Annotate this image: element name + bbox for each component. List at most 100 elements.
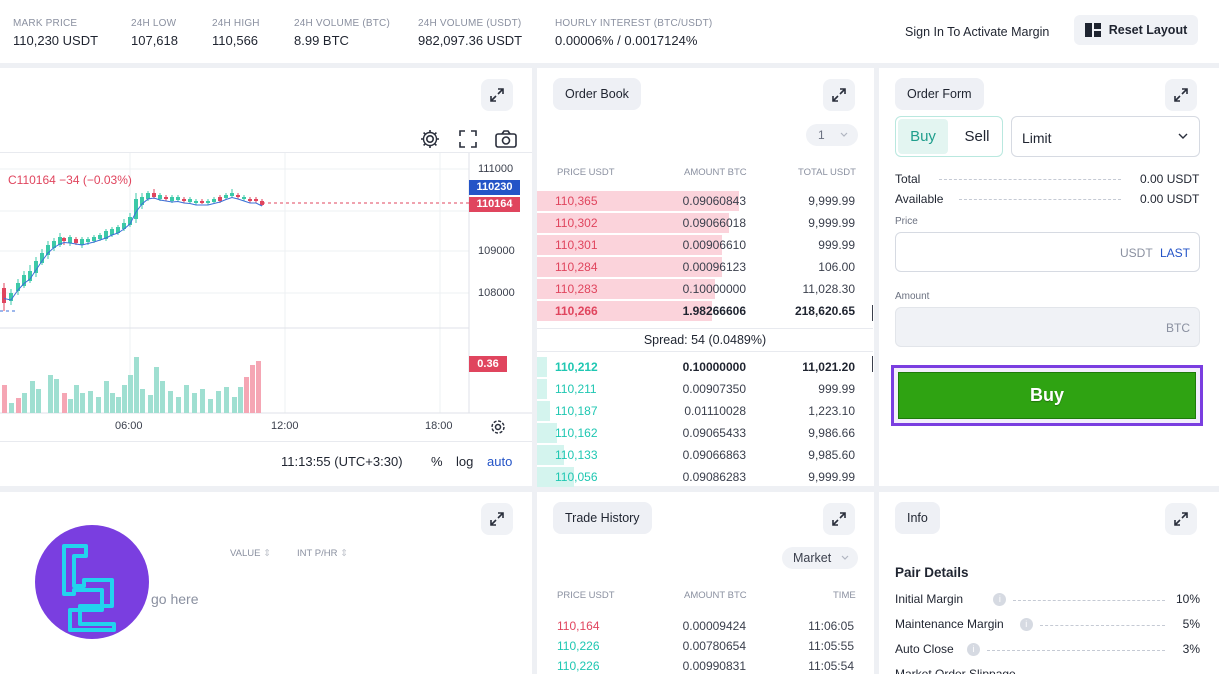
- depth-precision-select[interactable]: 1: [806, 124, 858, 146]
- cell-price: 110,226: [557, 639, 600, 653]
- volume-bar: [244, 377, 249, 413]
- dotted-leader: [939, 179, 1121, 180]
- cell-amount: 0.09086283: [682, 470, 746, 484]
- bid-row[interactable]: 110,162 0.09065433 9,986.66: [537, 422, 873, 444]
- cell-price: 110,187: [555, 404, 598, 418]
- trade-row: 110,226 0.00990831 11:05:54: [537, 656, 874, 674]
- ask-row[interactable]: 110,365 0.09060843 9,999.99: [537, 190, 873, 212]
- cell-price: 110,133: [555, 448, 598, 462]
- cell-amount: 0.09065433: [682, 426, 746, 440]
- ask-row[interactable]: 110,284 0.00096123 106.00: [537, 256, 873, 278]
- bid-row[interactable]: 110,212 0.10000000 11,021.20: [537, 356, 873, 378]
- expand-info-button[interactable]: [1165, 503, 1197, 535]
- cell-total: 1,223.10: [808, 404, 855, 418]
- stat-24h-volume-usdt: 24H VOLUME (USDT) 982,097.36 USDT: [418, 18, 522, 48]
- reset-layout-button[interactable]: Reset Layout: [1074, 15, 1198, 45]
- cell-price: 110,211: [555, 382, 597, 396]
- order-type-select[interactable]: Limit: [1011, 116, 1200, 157]
- volume-bar: [168, 391, 173, 413]
- sell-side-tab[interactable]: Sell: [952, 119, 1002, 154]
- percent-scale-toggle[interactable]: %: [431, 454, 443, 469]
- cell-total: 218,620.65: [794, 304, 855, 318]
- ask-row[interactable]: 110,301 0.00906610 999.99: [537, 234, 873, 256]
- volume-bar: [30, 381, 35, 413]
- cell-total: 999.99: [818, 382, 855, 396]
- fullscreen-icon[interactable]: [457, 128, 479, 150]
- candle-body: [206, 201, 210, 203]
- volume-bar: [54, 379, 59, 413]
- candle-body: [170, 197, 174, 201]
- ask-row[interactable]: 110,302 0.09066018 9,999.99: [537, 212, 873, 234]
- last-price-shortcut[interactable]: LAST: [1160, 246, 1190, 260]
- info-icon[interactable]: i: [993, 593, 1007, 606]
- brand-logo: [35, 525, 149, 639]
- sign-in-margin-link[interactable]: Sign In To Activate Margin: [905, 25, 1049, 39]
- col-header-int[interactable]: INT P/HR ⇕: [297, 548, 348, 559]
- stat-hourly-interest: HOURLY INTEREST (BTC/USDT) 0.00006% / 0.…: [555, 18, 712, 48]
- info-icon[interactable]: i: [1019, 618, 1033, 631]
- col-value-label: VALUE: [230, 548, 261, 559]
- bid-row[interactable]: 110,187 0.01110028 1,223.10: [537, 400, 873, 422]
- order-book-tab[interactable]: Order Book: [553, 78, 641, 110]
- candle-body: [98, 235, 102, 239]
- ask-row[interactable]: 110,266 1.98266606 218,620.65: [537, 300, 873, 322]
- trade-history-tab[interactable]: Trade History: [553, 502, 652, 534]
- volume-bar: [80, 393, 85, 413]
- expand-positions-button[interactable]: [481, 503, 513, 535]
- col-header-value[interactable]: VALUE ⇕: [230, 548, 271, 559]
- info-tab[interactable]: Info: [895, 502, 940, 534]
- order-form-panel: Order Form Buy Sell Limit Total 0.00 USD…: [879, 68, 1219, 486]
- expand-chart-button[interactable]: [481, 79, 513, 111]
- available-label: Available: [895, 192, 944, 206]
- log-scale-toggle[interactable]: log: [456, 454, 473, 469]
- amount-input[interactable]: BTC: [895, 307, 1200, 347]
- candle-body: [164, 197, 168, 199]
- sort-icon: ⇕: [263, 548, 272, 559]
- total-value: 0.00 USDT: [1140, 172, 1200, 186]
- expand-order-book-button[interactable]: [823, 79, 855, 111]
- cell-time: 11:06:05: [808, 619, 854, 633]
- stat-24h-high: 24H HIGH 110,566: [212, 18, 260, 48]
- price-input[interactable]: USDT LAST: [895, 232, 1200, 272]
- bid-row[interactable]: 110,056 0.09086283 9,999.99: [537, 466, 873, 488]
- cell-total: 11,028.30: [802, 282, 856, 296]
- volume-bar: [22, 393, 27, 413]
- ask-row[interactable]: 110,283 0.10000000 11,028.30: [537, 278, 873, 300]
- buy-submit-button[interactable]: Buy: [898, 372, 1196, 419]
- candle-body: [236, 195, 240, 197]
- cell-price: 110,056: [555, 470, 598, 484]
- cell-total: 9,999.99: [808, 216, 855, 230]
- price-chart[interactable]: [0, 153, 532, 423]
- volume-bar: [122, 385, 127, 413]
- col-header-amount: AMOUNT BTC: [684, 590, 747, 601]
- stat-value: 0.00006% / 0.0017124%: [555, 33, 698, 48]
- trade-row: 110,164 0.00009424 11:06:05: [537, 616, 874, 636]
- volume-bar: [160, 381, 165, 413]
- cell-time: 11:05:55: [808, 639, 854, 653]
- trade-filter-select[interactable]: Market: [782, 547, 858, 569]
- stat-label: 24H LOW: [131, 18, 177, 29]
- last-price-badge: 110164: [469, 197, 520, 212]
- empty-state-text: go here: [151, 591, 199, 607]
- settings-gear-icon[interactable]: [419, 128, 441, 150]
- axis-settings-icon[interactable]: [489, 418, 507, 436]
- cell-price: 110,365: [555, 194, 598, 208]
- candle-body: [152, 193, 156, 197]
- info-icon[interactable]: i: [967, 643, 980, 656]
- expand-trade-history-button[interactable]: [823, 503, 855, 535]
- volume-bar: [216, 391, 221, 413]
- camera-icon[interactable]: [494, 128, 518, 150]
- order-form-tab[interactable]: Order Form: [895, 78, 984, 110]
- pair-details-heading: Pair Details: [895, 565, 969, 580]
- volume-bar: [232, 397, 237, 413]
- buy-side-tab[interactable]: Buy: [898, 119, 948, 154]
- bid-row[interactable]: 110,133 0.09066863 9,985.60: [537, 444, 873, 466]
- auto-scale-toggle[interactable]: auto: [487, 454, 512, 469]
- expand-order-form-button[interactable]: [1165, 79, 1197, 111]
- market-stats-bar: MARK PRICE 110,230 USDT 24H LOW 107,618 …: [0, 0, 1219, 63]
- chart-panel: C110164 −34 (−0.03%) 111000 109000 10800…: [0, 68, 532, 486]
- candle-body: [230, 193, 234, 196]
- bid-row[interactable]: 110,211 0.00907350 999.99: [537, 378, 873, 400]
- volume-bar: [74, 385, 79, 413]
- cell-amount: 0.10000000: [682, 282, 746, 296]
